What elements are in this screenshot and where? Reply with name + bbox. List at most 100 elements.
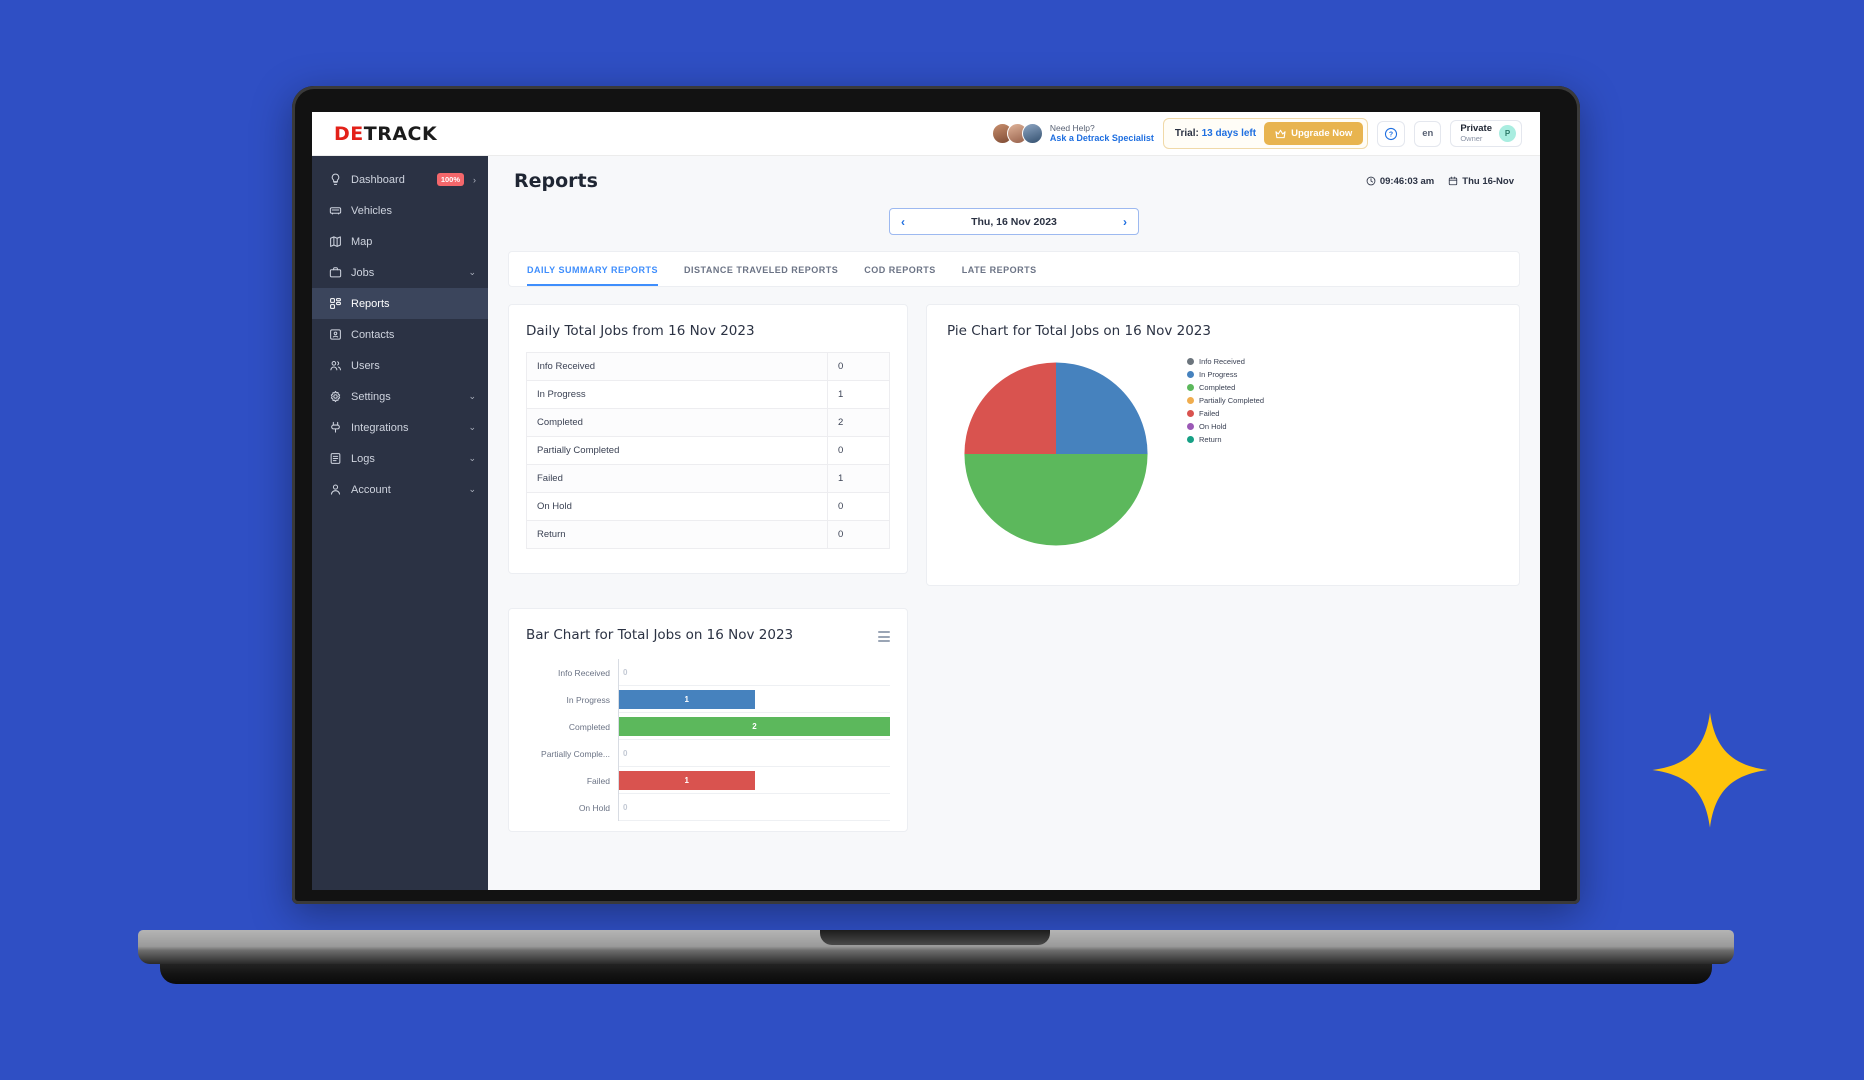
chevron-icon[interactable]: ⌄ bbox=[468, 267, 476, 278]
chevron-icon[interactable]: ⌄ bbox=[468, 391, 476, 402]
bar-row: 1 bbox=[619, 686, 890, 713]
sidebar-item-label: Users bbox=[351, 359, 380, 372]
sidebar-item-users[interactable]: Users bbox=[312, 350, 488, 381]
legend-item[interactable]: Info Received bbox=[1187, 355, 1264, 368]
sidebar-item-dashboard[interactable]: Dashboard 100% › bbox=[312, 164, 488, 195]
legend-item[interactable]: Partially Completed bbox=[1187, 394, 1264, 407]
legend-label: Failed bbox=[1199, 409, 1220, 418]
sidebar-item-jobs[interactable]: Jobs ⌄ bbox=[312, 257, 488, 288]
plug-icon bbox=[330, 421, 340, 433]
need-help-label: Need Help? bbox=[1049, 122, 1095, 133]
account-menu[interactable]: Private Owner P bbox=[1450, 120, 1522, 147]
sidebar-item-label: Dashboard bbox=[351, 173, 405, 186]
app-topbar: DETRACK Need Help? Ask a Detrack Special… bbox=[312, 112, 1540, 156]
trial-prefix-label: Trial: bbox=[1174, 128, 1199, 139]
book-icon bbox=[328, 452, 342, 465]
table-cell-count: 0 bbox=[827, 520, 890, 549]
table-cell-count: 0 bbox=[827, 492, 890, 521]
sidebar-item-label: Contacts bbox=[351, 328, 395, 341]
hamburger-menu-icon[interactable] bbox=[878, 627, 890, 642]
legend-item[interactable]: Completed bbox=[1187, 381, 1264, 394]
sidebar-item-contacts[interactable]: Contacts bbox=[312, 319, 488, 350]
table-row: Return 0 bbox=[526, 520, 890, 549]
tab-cod-reports[interactable]: COD REPORTS bbox=[864, 265, 936, 286]
table-cell-status: Completed bbox=[526, 408, 828, 437]
table-row: Completed 2 bbox=[526, 408, 890, 437]
bar-value-label: 0 bbox=[623, 667, 628, 677]
date-next-button[interactable]: › bbox=[1123, 215, 1127, 229]
bar-category-label: In Progress bbox=[566, 694, 610, 705]
sidebar-item-map[interactable]: Map bbox=[312, 226, 488, 257]
legend-item[interactable]: Failed bbox=[1187, 407, 1264, 420]
sidebar-item-logs[interactable]: Logs ⌄ bbox=[312, 443, 488, 474]
upgrade-now-button[interactable]: Upgrade Now bbox=[1264, 122, 1364, 145]
date-prev-button[interactable]: ‹ bbox=[901, 215, 905, 229]
current-date: Thu 16-Nov bbox=[1448, 176, 1514, 187]
tab-daily-summary-reports[interactable]: DAILY SUMMARY REPORTS bbox=[527, 265, 659, 286]
legend-item[interactable]: Return bbox=[1187, 433, 1264, 446]
sidebar-item-integrations[interactable]: Integrations ⌄ bbox=[312, 412, 488, 443]
need-help-block[interactable]: Need Help? Ask a Detrack Specialist bbox=[991, 122, 1154, 145]
sidebar-item-label: Map bbox=[351, 235, 373, 248]
bar-on-hold[interactable]: 0 bbox=[619, 798, 627, 817]
chevron-icon[interactable]: ⌄ bbox=[468, 422, 476, 433]
bar-chart-card: Bar Chart for Total Jobs on 16 Nov 2023 … bbox=[508, 608, 908, 832]
table-row: In Progress 1 bbox=[526, 380, 890, 409]
clock-icon bbox=[1366, 176, 1376, 186]
bar-chart-title: Bar Chart for Total Jobs on 16 Nov 2023 bbox=[526, 627, 794, 643]
date-picker[interactable]: ‹ Thu, 16 Nov 2023 › bbox=[889, 208, 1139, 235]
sidebar-item-settings[interactable]: Settings ⌄ bbox=[312, 381, 488, 412]
legend-label: Completed bbox=[1199, 383, 1236, 392]
pie-chart-title: Pie Chart for Total Jobs on 16 Nov 2023 bbox=[947, 323, 1211, 339]
bar-value-label: 2 bbox=[752, 721, 757, 731]
language-selector[interactable]: en bbox=[1414, 120, 1442, 147]
table-cell-status: Partially Completed bbox=[526, 436, 828, 465]
legend-item[interactable]: On Hold bbox=[1187, 420, 1264, 433]
sidebar-item-vehicles[interactable]: Vehicles bbox=[312, 195, 488, 226]
bar-category-label: Failed bbox=[586, 775, 610, 786]
laptop-screen: DETRACK Need Help? Ask a Detrack Special… bbox=[312, 112, 1540, 890]
logo-text-track: TRACK bbox=[363, 122, 438, 145]
daily-total-jobs-table: Info Received 0 In Progress 1 Completed 2 Part… bbox=[526, 352, 890, 549]
bar-value-label: 1 bbox=[684, 694, 689, 704]
chevron-icon[interactable]: ⌄ bbox=[468, 453, 476, 464]
legend-label: Return bbox=[1199, 435, 1222, 444]
ask-specialist-link[interactable]: Ask a Detrack Specialist bbox=[1050, 133, 1154, 144]
person-icon bbox=[330, 484, 340, 495]
pie-slice-completed[interactable] bbox=[964, 454, 1148, 546]
table-cell-count: 0 bbox=[827, 436, 890, 465]
pie-chart-legend: Info Received In Progress Completed Partial… bbox=[1187, 345, 1264, 563]
table-row: Info Received 0 bbox=[526, 352, 890, 381]
bar-info-received[interactable]: 0 bbox=[619, 663, 627, 682]
sidebar-item-label: Vehicles bbox=[351, 204, 392, 217]
lightbulb-icon bbox=[328, 173, 342, 186]
bar-in-progress[interactable]: 1 bbox=[619, 689, 755, 709]
chevron-icon[interactable]: › bbox=[473, 175, 476, 185]
question-mark-icon: ? bbox=[1385, 127, 1398, 140]
map-icon bbox=[329, 236, 341, 247]
sidebar-item-account[interactable]: Account ⌄ bbox=[312, 474, 488, 505]
pie-slice-failed[interactable] bbox=[964, 362, 1056, 454]
svg-text:?: ? bbox=[1389, 131, 1393, 138]
tab-distance-traveled-reports[interactable]: DISTANCE TRAVELED REPORTS bbox=[684, 265, 838, 286]
chevron-icon[interactable]: ⌄ bbox=[468, 484, 476, 495]
help-circle-icon[interactable]: ? bbox=[1377, 120, 1406, 147]
bar-failed[interactable]: 1 bbox=[619, 770, 755, 790]
table-row: Failed 1 bbox=[526, 464, 890, 493]
pie-slice-in-progress[interactable] bbox=[1056, 362, 1148, 454]
table-cell-count: 2 bbox=[827, 408, 890, 437]
trial-status-box: Trial: 13 days left Upgrade Now bbox=[1162, 118, 1369, 149]
tab-late-reports[interactable]: LATE REPORTS bbox=[962, 265, 1037, 286]
bar-value-label: 1 bbox=[684, 775, 689, 785]
legend-item[interactable]: In Progress bbox=[1187, 368, 1264, 381]
sidebar-item-label: Account bbox=[351, 483, 391, 496]
sidebar-item-reports[interactable]: Reports bbox=[312, 288, 488, 319]
briefcase-icon bbox=[328, 266, 342, 279]
detrack-logo[interactable]: DETRACK bbox=[312, 123, 488, 145]
bar-partially-comple-[interactable]: 0 bbox=[619, 744, 627, 763]
bar-completed[interactable]: 2 bbox=[619, 716, 890, 736]
legend-color-swatch bbox=[1187, 358, 1194, 365]
report-tabs: DAILY SUMMARY REPORTS DISTANCE TRAVELED R… bbox=[509, 252, 1519, 286]
date-picker-value: Thu, 16 Nov 2023 bbox=[971, 215, 1057, 228]
bar-row: 0 bbox=[619, 740, 890, 767]
